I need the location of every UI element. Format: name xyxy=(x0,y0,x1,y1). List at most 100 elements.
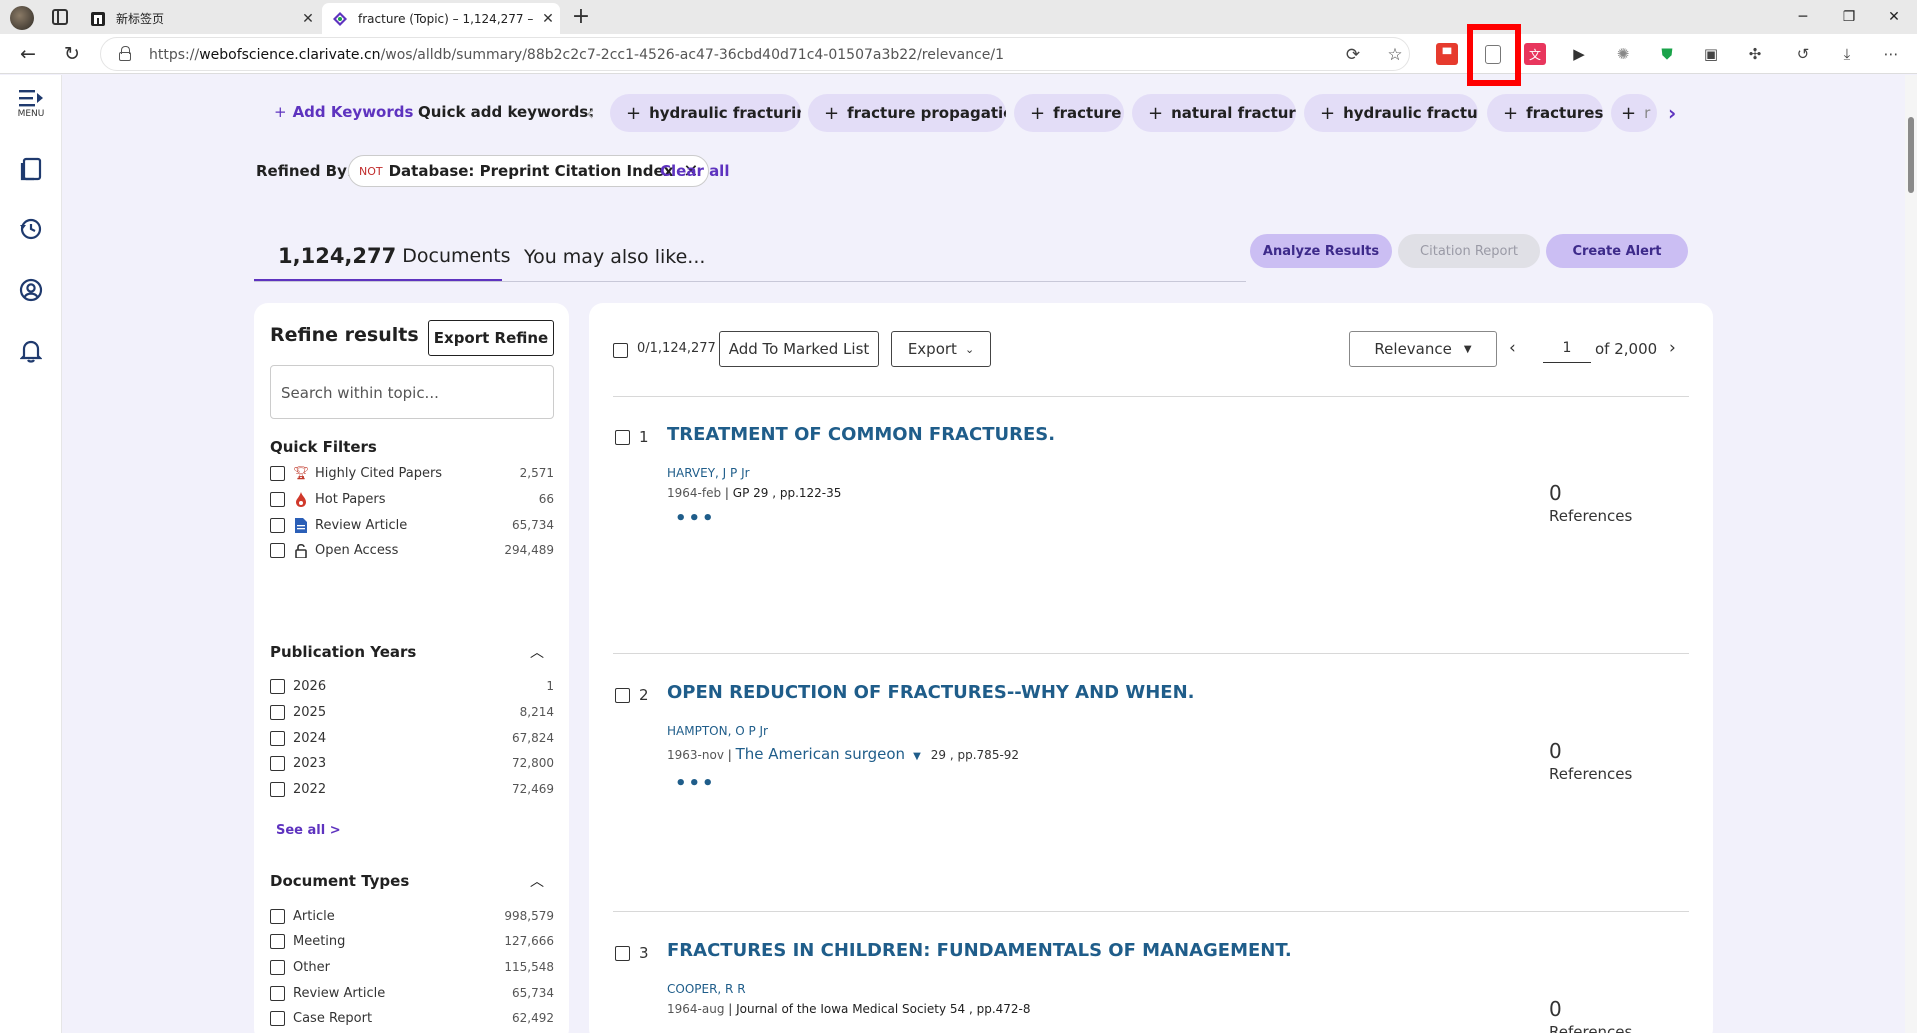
extension-play-icon[interactable]: ▶ xyxy=(1568,43,1590,65)
checkbox[interactable] xyxy=(270,959,285,975)
marked-list-button[interactable] xyxy=(0,157,62,181)
quick-filter-row[interactable]: 🏆︎ Highly Cited Papers 2,571 xyxy=(270,463,554,483)
close-tab-icon[interactable]: ✕ xyxy=(536,11,560,27)
references-count[interactable]: 0 xyxy=(1549,739,1562,763)
doc-type-row[interactable]: Review Article 65,734 xyxy=(270,983,554,1003)
extensions-puzzle-icon[interactable]: ✣ xyxy=(1744,43,1766,65)
more-options-icon[interactable]: ••• xyxy=(675,773,716,794)
keyword-chip[interactable]: + natural fracture xyxy=(1132,94,1296,132)
restore-button[interactable]: ❐ xyxy=(1826,0,1872,34)
chevron-up-icon[interactable]: ︿ xyxy=(530,871,544,891)
extension-shop-icon[interactable]: ▀ xyxy=(1436,43,1458,65)
export-refine-button[interactable]: Export Refine xyxy=(428,320,554,356)
profile-avatar[interactable] xyxy=(10,6,34,30)
checkbox[interactable] xyxy=(270,1010,285,1026)
record-title-link[interactable]: FRACTURES IN CHILDREN: FUNDAMENTALS OF M… xyxy=(667,940,1292,961)
checkbox[interactable] xyxy=(270,465,285,481)
checkbox[interactable] xyxy=(270,933,285,949)
clear-all-link[interactable]: Clear all xyxy=(660,162,729,180)
record-title-link[interactable]: OPEN REDUCTION OF FRACTURES--WHY AND WHE… xyxy=(667,682,1195,703)
search-history-button[interactable] xyxy=(0,217,62,241)
reload-icon[interactable]: ↻ xyxy=(58,40,86,68)
pub-year-row[interactable]: 2022 72,469 xyxy=(270,779,554,799)
select-all-checkbox[interactable] xyxy=(613,343,628,358)
minimize-button[interactable]: ─ xyxy=(1780,0,1826,34)
chevron-right-icon[interactable]: › xyxy=(1668,101,1676,125)
chevron-left-icon[interactable]: ‹ xyxy=(586,101,594,125)
checkbox[interactable] xyxy=(270,517,285,533)
prev-page-icon[interactable]: ‹ xyxy=(1509,338,1516,358)
quick-filter-row[interactable]: Review Article 65,734 xyxy=(270,515,554,535)
chevron-up-icon[interactable]: ︿ xyxy=(530,642,544,662)
extension-translate-icon[interactable]: 文 xyxy=(1524,43,1546,65)
checkbox[interactable] xyxy=(270,985,285,1001)
checkbox[interactable] xyxy=(270,755,285,771)
scrollbar-thumb[interactable] xyxy=(1908,117,1914,193)
more-options-icon[interactable]: ••• xyxy=(675,508,716,529)
sort-select[interactable]: Relevance ▼ xyxy=(1349,331,1497,367)
checkbox[interactable] xyxy=(270,542,285,558)
profile-button[interactable] xyxy=(0,278,62,302)
doc-type-row[interactable]: Meeting 127,666 xyxy=(270,931,554,951)
analyze-results-button[interactable]: Analyze Results xyxy=(1250,234,1392,268)
checkbox[interactable] xyxy=(270,781,285,797)
lock-icon[interactable] xyxy=(119,46,131,61)
tab-you-may-also-like[interactable]: You may also like... xyxy=(524,246,705,268)
record-checkbox[interactable] xyxy=(615,946,630,961)
history-icon[interactable]: ↺ xyxy=(1792,43,1814,65)
record-checkbox[interactable] xyxy=(615,430,630,445)
add-to-marked-list-button[interactable]: Add To Marked List xyxy=(719,331,879,367)
checkbox[interactable] xyxy=(270,678,285,694)
keyword-chip[interactable]: + fracture xyxy=(1014,94,1124,132)
next-page-icon[interactable]: › xyxy=(1669,338,1676,358)
split-screen-icon[interactable]: ▣ xyxy=(1700,43,1722,65)
checkbox[interactable] xyxy=(270,491,285,507)
extension-openai-icon[interactable]: ✺ xyxy=(1612,43,1634,65)
close-window-button[interactable]: ✕ xyxy=(1871,0,1917,34)
quick-filter-row[interactable]: Hot Papers 66 xyxy=(270,489,554,509)
menu-button[interactable]: MENU xyxy=(0,89,62,119)
checkbox[interactable] xyxy=(270,730,285,746)
keyword-chip[interactable]: + hydraulic fracturing xyxy=(610,94,801,132)
references-count[interactable]: 0 xyxy=(1549,997,1562,1021)
alerts-button[interactable] xyxy=(0,339,62,363)
back-icon[interactable]: ← xyxy=(14,40,42,68)
browser-tab-newtab[interactable]: 新标签页 ✕ xyxy=(80,3,320,34)
record-checkbox[interactable] xyxy=(615,688,630,703)
downloads-icon[interactable]: ⤓ xyxy=(1836,43,1858,65)
record-author-link[interactable]: HARVEY, J P Jr xyxy=(667,466,750,480)
keyword-chip[interactable]: + fractures xyxy=(1487,94,1603,132)
references-count[interactable]: 0 xyxy=(1549,481,1562,505)
keyword-chip[interactable]: +hydraulic fracture xyxy=(1304,94,1478,132)
quick-filter-row[interactable]: Open Access 294,489 xyxy=(270,540,554,560)
address-bar[interactable]: https://webofscience.clarivate.cn/wos/al… xyxy=(100,37,1410,71)
add-keywords-link[interactable]: + Add Keywords xyxy=(274,103,413,121)
source-link[interactable]: The American surgeon xyxy=(736,745,905,763)
record-author-link[interactable]: COOPER, R R xyxy=(667,982,746,996)
create-alert-button[interactable]: Create Alert xyxy=(1546,234,1688,268)
see-all-years-link[interactable]: See all > xyxy=(276,823,341,838)
citation-report-button[interactable]: Citation Report xyxy=(1398,234,1540,268)
extension-shield-icon[interactable]: ⛊ xyxy=(1656,43,1678,65)
record-title-link[interactable]: TREATMENT OF COMMON FRACTURES. xyxy=(667,424,1055,445)
pub-year-row[interactable]: 2023 72,800 xyxy=(270,753,554,773)
close-tab-icon[interactable]: ✕ xyxy=(296,11,320,27)
more-menu-icon[interactable]: ⋯ xyxy=(1880,43,1902,65)
search-within-input[interactable]: Search within topic... xyxy=(270,365,554,419)
record-author-link[interactable]: HAMPTON, O P Jr xyxy=(667,724,768,738)
new-tab-button[interactable]: + xyxy=(568,5,594,31)
read-aloud-icon[interactable]: ⟳ xyxy=(1341,43,1365,67)
pub-year-row[interactable]: 2025 8,214 xyxy=(270,702,554,722)
browser-tab-wos[interactable]: fracture (Topic) – 1,124,277 – All Datab… xyxy=(322,3,560,34)
keyword-chip[interactable]: +fracture propagation xyxy=(808,94,1006,132)
page-scrollbar[interactable] xyxy=(1905,75,1917,1033)
favorite-star-icon[interactable]: ☆ xyxy=(1383,43,1407,67)
checkbox[interactable] xyxy=(270,704,285,720)
pub-year-row[interactable]: 2024 67,824 xyxy=(270,728,554,748)
url-text[interactable]: https://webofscience.clarivate.cn/wos/al… xyxy=(149,47,1004,63)
pub-year-row[interactable]: 2026 1 xyxy=(270,676,554,696)
page-number-input[interactable]: 1 xyxy=(1543,335,1591,363)
doc-type-row[interactable]: Other 115,548 xyxy=(270,957,554,977)
tab-documents[interactable]: 1,124,277 Documents xyxy=(254,232,511,282)
export-button[interactable]: Export ⌄ xyxy=(891,331,991,367)
